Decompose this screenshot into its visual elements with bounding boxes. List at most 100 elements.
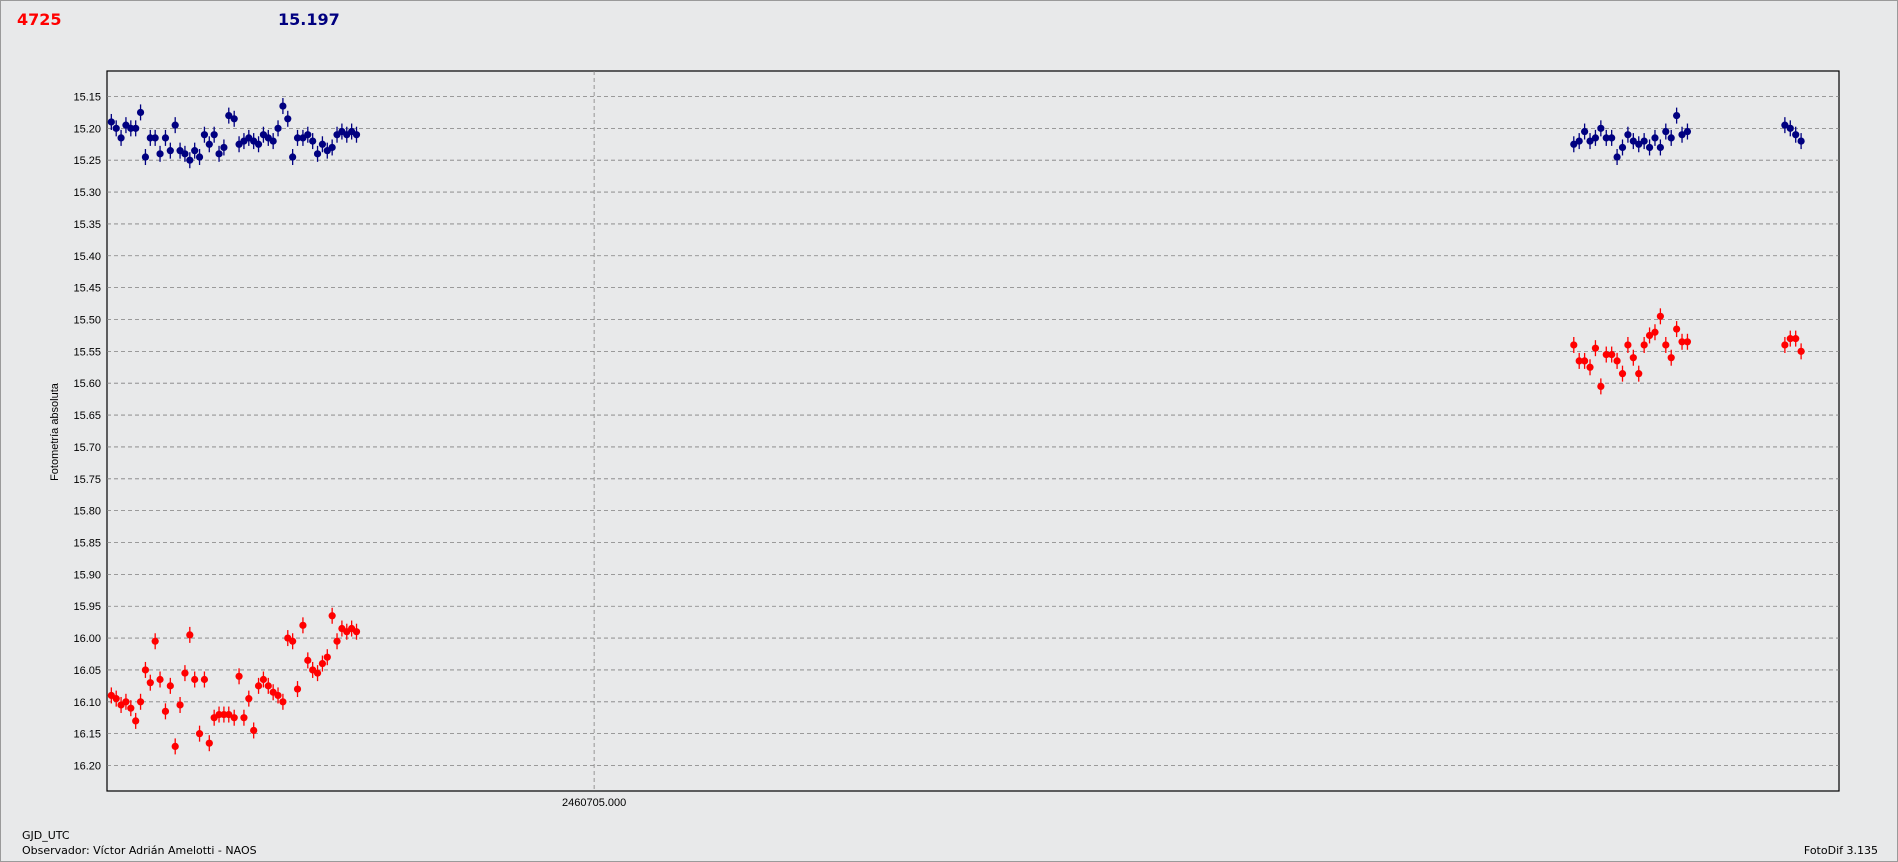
data-point xyxy=(151,637,159,645)
data-point xyxy=(151,134,159,142)
data-point xyxy=(186,156,194,164)
data-point xyxy=(1597,382,1605,390)
data-point xyxy=(195,153,204,161)
y-tick-label: 15.95 xyxy=(73,601,101,613)
data-point xyxy=(112,124,120,132)
data-point xyxy=(136,108,145,117)
data-point xyxy=(205,140,213,148)
data-point xyxy=(1662,341,1670,349)
y-axis-label: Fotometría absoluta xyxy=(49,382,61,481)
y-tick-label: 15.60 xyxy=(73,378,101,390)
y-tick-label: 16.10 xyxy=(73,697,101,709)
data-point xyxy=(1656,312,1664,320)
data-point xyxy=(1618,370,1627,378)
y-tick-label: 15.30 xyxy=(73,187,101,199)
data-point xyxy=(1570,341,1578,349)
data-point xyxy=(1673,325,1681,333)
data-point xyxy=(1797,137,1805,145)
data-point xyxy=(166,147,174,155)
y-tick-label: 16.15 xyxy=(73,729,101,741)
data-point xyxy=(200,675,209,684)
y-tick-label: 15.85 xyxy=(73,538,101,550)
data-point xyxy=(171,742,179,750)
data-point xyxy=(1624,341,1632,349)
data-point xyxy=(1608,350,1616,359)
data-point xyxy=(328,143,336,152)
data-point xyxy=(259,675,268,684)
y-tick-label: 15.90 xyxy=(73,569,101,581)
data-point xyxy=(1792,335,1800,343)
data-point xyxy=(1667,354,1675,362)
data-point xyxy=(156,675,164,684)
data-point xyxy=(1662,127,1670,136)
data-point xyxy=(1635,370,1643,378)
data-point xyxy=(1786,124,1794,132)
data-point xyxy=(245,695,253,703)
data-point xyxy=(304,656,312,664)
data-point xyxy=(289,637,297,645)
data-point xyxy=(293,685,302,693)
data-point xyxy=(1581,357,1589,365)
data-point xyxy=(333,637,341,645)
data-point xyxy=(289,153,297,161)
data-point xyxy=(240,714,248,722)
data-point xyxy=(186,631,194,639)
y-tick-label: 16.00 xyxy=(73,633,101,645)
data-point xyxy=(1624,131,1632,139)
y-tick-label: 15.45 xyxy=(73,283,101,295)
data-point xyxy=(1591,134,1600,142)
data-point xyxy=(1651,134,1659,142)
data-point xyxy=(230,115,238,123)
data-point xyxy=(200,131,209,139)
data-point xyxy=(1673,112,1681,120)
data-point xyxy=(269,137,277,145)
data-point xyxy=(274,691,282,700)
y-tick-label: 15.40 xyxy=(73,251,101,263)
data-point xyxy=(117,134,125,142)
y-tick-label: 15.15 xyxy=(73,91,101,103)
data-point xyxy=(309,137,317,145)
plot-area xyxy=(106,70,1840,792)
y-axis-ticks: 15.15 15.20 15.25 15.30 15.35 15.40 15.45 15.50… xyxy=(73,91,101,772)
data-point xyxy=(181,669,189,677)
data-point xyxy=(352,131,361,139)
data-point xyxy=(279,102,287,110)
y-tick-label: 15.20 xyxy=(73,123,101,135)
data-point xyxy=(132,717,140,725)
data-point xyxy=(136,698,145,706)
data-point xyxy=(1618,143,1627,152)
data-point xyxy=(1797,347,1805,355)
software-version: FotoDif 3.135 xyxy=(1803,844,1878,857)
data-point xyxy=(191,147,199,155)
data-point xyxy=(220,143,228,152)
data-point xyxy=(230,714,238,722)
light-curve-chart: 15.15 15.20 15.25 15.30 15.35 15.40 15.45 15.50… xyxy=(49,70,1840,809)
data-point xyxy=(1781,341,1789,349)
data-point xyxy=(1613,357,1621,365)
data-point xyxy=(181,150,189,158)
data-point xyxy=(1640,341,1648,349)
data-point xyxy=(254,140,263,148)
data-point xyxy=(191,675,199,684)
data-point xyxy=(313,669,322,677)
data-point xyxy=(1629,354,1637,362)
data-point xyxy=(1613,153,1621,161)
data-point xyxy=(1656,143,1664,152)
y-tick-label: 15.80 xyxy=(73,506,101,518)
data-point xyxy=(1645,143,1654,152)
y-tick-label: 15.50 xyxy=(73,314,101,326)
data-point xyxy=(161,134,170,142)
data-point xyxy=(279,698,287,706)
data-point xyxy=(1597,124,1605,132)
data-point xyxy=(141,153,150,161)
data-point xyxy=(1575,137,1583,145)
data-point xyxy=(318,140,327,148)
data-point xyxy=(146,679,154,687)
data-point xyxy=(1640,137,1648,145)
data-point xyxy=(1667,134,1675,142)
data-point xyxy=(254,682,263,690)
data-point xyxy=(141,666,150,674)
data-point xyxy=(176,701,184,709)
data-point xyxy=(352,628,361,636)
data-point xyxy=(171,121,179,129)
